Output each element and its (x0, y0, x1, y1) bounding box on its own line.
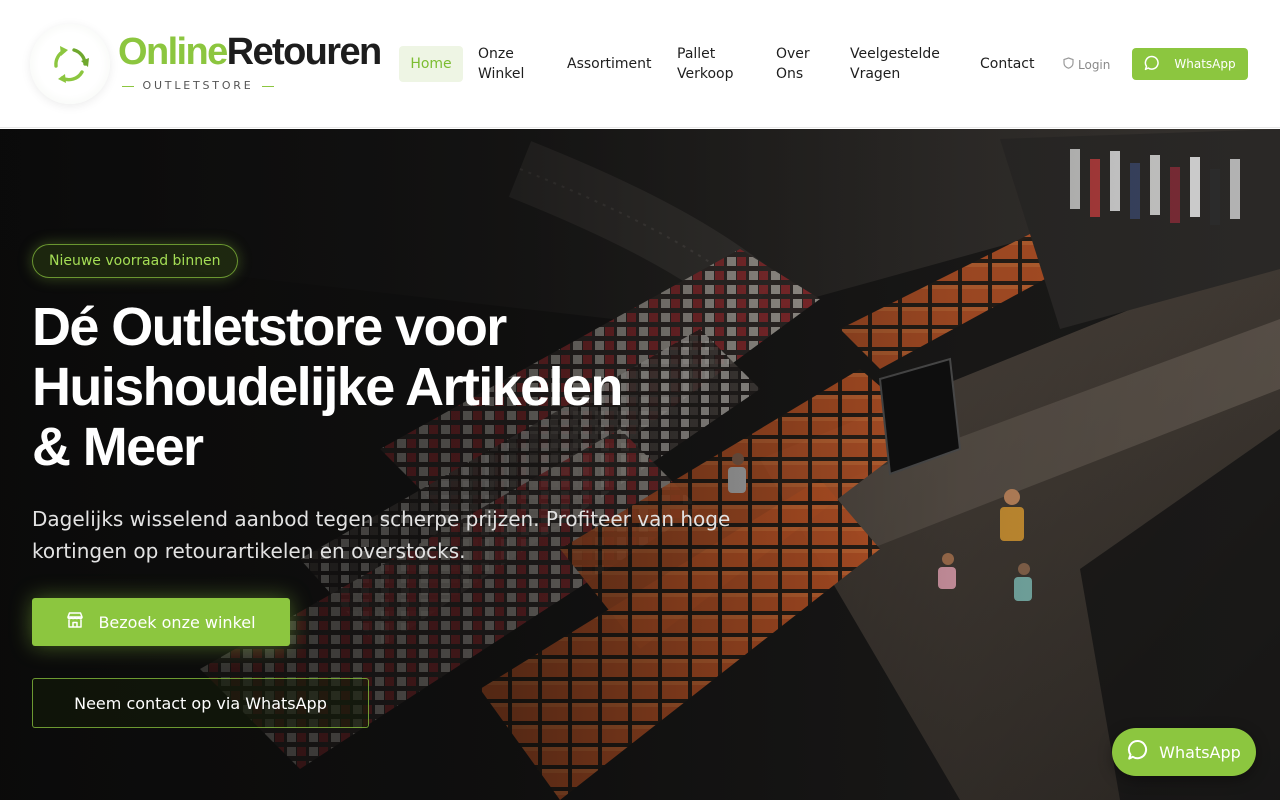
hero-section: Nieuwe voorraad binnen Dé Outletstore vo… (0, 129, 1280, 800)
nav-pallet-verkoop[interactable]: Pallet Verkoop (677, 44, 747, 84)
floating-whatsapp-label: WhatsApp (1159, 742, 1241, 762)
brand-name: OnlineRetouren (118, 31, 382, 73)
chat-bubble-icon (1127, 739, 1149, 765)
header-whatsapp-label: WhatsApp (1174, 57, 1236, 71)
chat-bubble-icon (1144, 55, 1160, 74)
brand-tagline: OUTLETSTORE (122, 79, 274, 92)
login-label: Login (1078, 58, 1111, 72)
new-stock-badge: Nieuwe voorraad binnen (32, 244, 238, 278)
storefront-icon (66, 611, 84, 633)
header-whatsapp-button[interactable]: WhatsApp (1132, 48, 1248, 80)
shield-icon (1063, 55, 1074, 75)
hero-title: Dé Outletstore voor Huishoudelijke Artik… (32, 297, 623, 477)
nav-assortiment[interactable]: Assortiment (567, 54, 651, 74)
recycle-arrows-icon (30, 24, 110, 104)
logo[interactable]: OnlineRetouren OUTLETSTORE (30, 22, 390, 108)
hero-description: Dagelijks wisselend aanbod tegen scherpe… (32, 507, 731, 563)
visit-store-button[interactable]: Bezoek onze winkel (32, 598, 290, 646)
visit-store-label: Bezoek onze winkel (98, 612, 256, 632)
nav-over-ons[interactable]: Over Ons (776, 44, 826, 84)
floating-whatsapp-button[interactable]: WhatsApp (1112, 728, 1256, 776)
site-header: OnlineRetouren OUTLETSTORE Home Onze Win… (0, 0, 1280, 128)
nav-veelgestelde-vragen[interactable]: Veelgestelde Vragen (850, 44, 950, 84)
contact-whatsapp-button[interactable]: Neem contact op via WhatsApp (32, 678, 369, 728)
login-link[interactable]: Login (1063, 55, 1110, 75)
nav-home[interactable]: Home (399, 46, 463, 82)
nav-onze-winkel[interactable]: Onze Winkel (478, 44, 538, 84)
nav-contact[interactable]: Contact (980, 54, 1034, 74)
